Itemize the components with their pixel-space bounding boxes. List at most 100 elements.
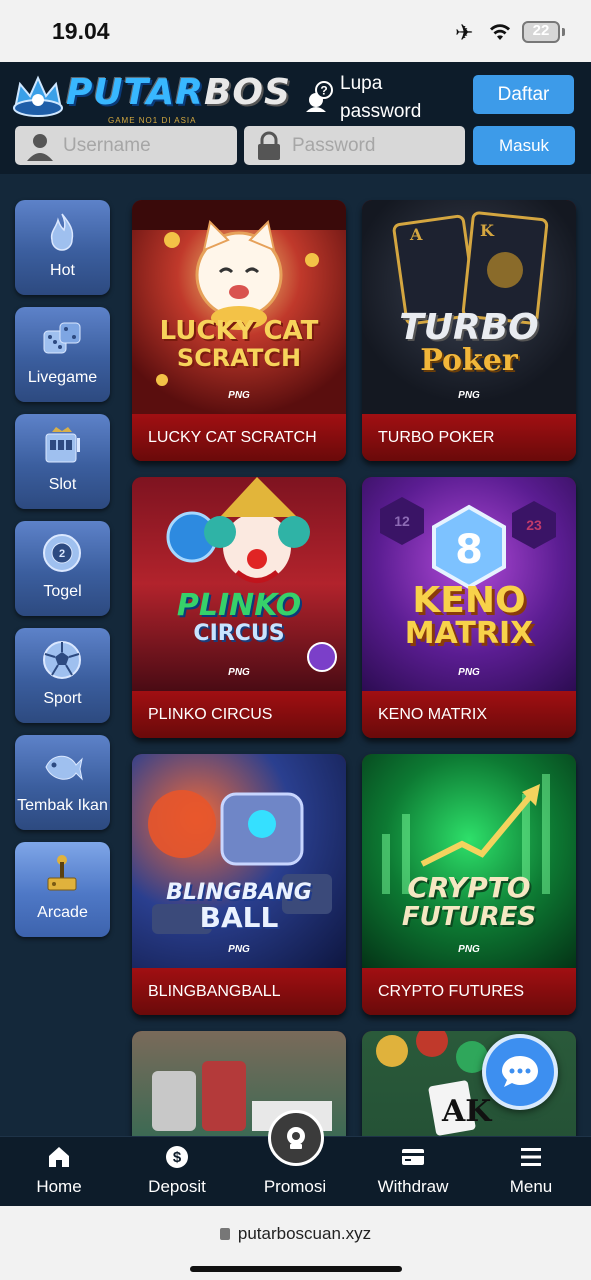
nav-label: Withdraw [377, 1177, 449, 1196]
game-thumbnail: 12 23 8 KENO MATRIX PNG [362, 477, 576, 691]
dice-icon [43, 322, 81, 354]
game-title: PLINKO CIRCUS [132, 691, 346, 738]
home-indicator [190, 1266, 402, 1272]
game-thumbnail: CRYPTO FUTURES PNG [362, 754, 576, 968]
svg-text:A: A [409, 225, 423, 244]
password-input[interactable] [292, 134, 452, 157]
nav-deposit[interactable]: $ Deposit [118, 1137, 236, 1207]
browser-url-bar: putarboscuan.xyz [0, 1206, 591, 1280]
game-card-crypto-futures[interactable]: CRYPTO FUTURES PNG CRYPTO FUTURES [362, 754, 576, 1015]
site-header: PUTARBOS GAME NO1 DI ASIA ? Lupa passwor… [0, 62, 591, 174]
provider-logo: PNG [458, 390, 480, 401]
game-thumbnail: PLINKO CIRCUS PNG [132, 477, 346, 691]
provider-logo: PNG [228, 390, 250, 401]
live-chat-button[interactable] [482, 1034, 558, 1110]
provider-logo: PNG [228, 944, 250, 955]
status-bar: 19.04 ✈ 22 [0, 0, 591, 62]
gift-icon [287, 1127, 305, 1149]
wifi-icon [490, 24, 510, 40]
nav-label: Deposit [148, 1177, 206, 1196]
clown-illustration [166, 477, 337, 672]
game-title: TURBO POKER [362, 414, 576, 461]
keno-ball-number: 23 [526, 517, 542, 533]
lock-icon [219, 1228, 230, 1240]
user-icon [27, 133, 53, 161]
chat-bubble-icon [502, 1056, 538, 1087]
svg-text:$: $ [173, 1149, 182, 1166]
provider-logo: PNG [458, 667, 480, 678]
url-display[interactable]: putarboscuan.xyz [0, 1224, 591, 1244]
category-label: Hot [50, 262, 75, 279]
logo-tagline: GAME NO1 DI ASIA [108, 116, 197, 125]
svg-text:?: ? [320, 84, 327, 98]
url-text: putarboscuan.xyz [237, 1224, 372, 1243]
logo-wordmark: PUTARBOS [66, 72, 291, 113]
register-button[interactable]: Daftar [473, 75, 574, 114]
game-art-subtitle: MATRIX [404, 616, 534, 651]
svg-text:AK: AK [441, 1094, 492, 1129]
soccer-ball-icon [43, 641, 81, 679]
category-sport[interactable]: Sport [15, 628, 110, 723]
site-logo[interactable]: PUTARBOS GAME NO1 DI ASIA [8, 70, 290, 126]
game-card-lucky-cat-scratch[interactable]: LUCKY CAT SCRATCH PNG LUCKY CAT SCRATCH [132, 200, 346, 461]
airplane-icon: ✈ [455, 20, 474, 45]
username-input[interactable] [63, 134, 223, 157]
game-thumbnail: LUCKY CAT SCRATCH PNG [132, 200, 346, 414]
keno-ball-number: 12 [394, 513, 410, 529]
dollar-icon: $ [166, 1146, 188, 1168]
category-togel[interactable]: 2 Togel [15, 521, 110, 616]
game-art-subtitle: SCRATCH [176, 344, 302, 372]
nav-home[interactable]: Home [0, 1137, 118, 1207]
category-label: Sport [43, 690, 82, 707]
svg-text:K: K [480, 221, 495, 240]
game-art-subtitle: BALL [199, 901, 279, 934]
provider-logo: PNG [228, 667, 250, 678]
joystick-icon [47, 855, 77, 891]
home-icon [49, 1147, 69, 1167]
category-hot[interactable]: Hot [15, 200, 110, 295]
provider-logo: PNG [458, 944, 480, 955]
game-card-keno-matrix[interactable]: 12 23 8 KENO MATRIX PNG KENO MATRIX [362, 477, 576, 738]
username-field[interactable] [15, 126, 237, 165]
card-icon [402, 1149, 424, 1165]
game-title: KENO MATRIX [362, 691, 576, 738]
category-arcade[interactable]: Arcade [15, 842, 110, 937]
robot-illustration [148, 790, 332, 934]
game-art-subtitle: Poker [420, 343, 518, 378]
login-button[interactable]: Masuk [473, 126, 575, 165]
lock-icon [258, 131, 280, 160]
game-card-turbo-poker[interactable]: A K TURBO Poker PNG TURBO POKER [362, 200, 576, 461]
game-thumbnail: BLINGBANG BALL PNG [132, 754, 346, 968]
category-label: Arcade [37, 904, 88, 921]
category-label: Livegame [27, 369, 98, 386]
forgot-password-link[interactable]: Lupa password [340, 70, 450, 126]
game-art-title: KENO [412, 580, 526, 621]
nav-menu[interactable]: Menu [472, 1137, 590, 1207]
slot-machine-icon [45, 427, 80, 463]
game-art-title: LUCKY CAT [159, 316, 319, 346]
game-card-plinko-circus[interactable]: PLINKO CIRCUS PNG PLINKO CIRCUS [132, 477, 346, 738]
game-title: BLINGBANGBALL [132, 968, 346, 1015]
game-art-title: PLINKO [176, 588, 302, 623]
user-help-icon[interactable]: ? [306, 80, 334, 112]
category-label: Slot [48, 476, 77, 493]
keno-badge-number: 8 [455, 527, 483, 573]
main-content: Hot Livegame Slot 2 Togel Sport Tembak I… [0, 174, 591, 1136]
category-slot[interactable]: Slot [15, 414, 110, 509]
game-art-title: CRYPTO [407, 871, 531, 904]
category-sidebar: Hot Livegame Slot 2 Togel Sport Tembak I… [15, 200, 111, 949]
category-label: Tembak Ikan [17, 797, 108, 814]
game-card-blingbangball[interactable]: BLINGBANG BALL PNG BLINGBANGBALL [132, 754, 346, 1015]
nav-withdraw[interactable]: Withdraw [354, 1137, 472, 1207]
battery-level: 22 [532, 22, 550, 39]
game-thumbnail: A K TURBO Poker PNG [362, 200, 576, 414]
category-tembak-ikan[interactable]: Tembak Ikan [15, 735, 110, 830]
battery-tip [562, 28, 565, 36]
chart-arrow-illustration [382, 774, 550, 894]
game-title: LUCKY CAT SCRATCH [132, 414, 346, 461]
category-livegame[interactable]: Livegame [15, 307, 110, 402]
game-art-title: TURBO [399, 307, 539, 348]
game-title: CRYPTO FUTURES [362, 968, 576, 1015]
promo-icon[interactable] [268, 1110, 324, 1166]
password-field[interactable] [244, 126, 465, 165]
